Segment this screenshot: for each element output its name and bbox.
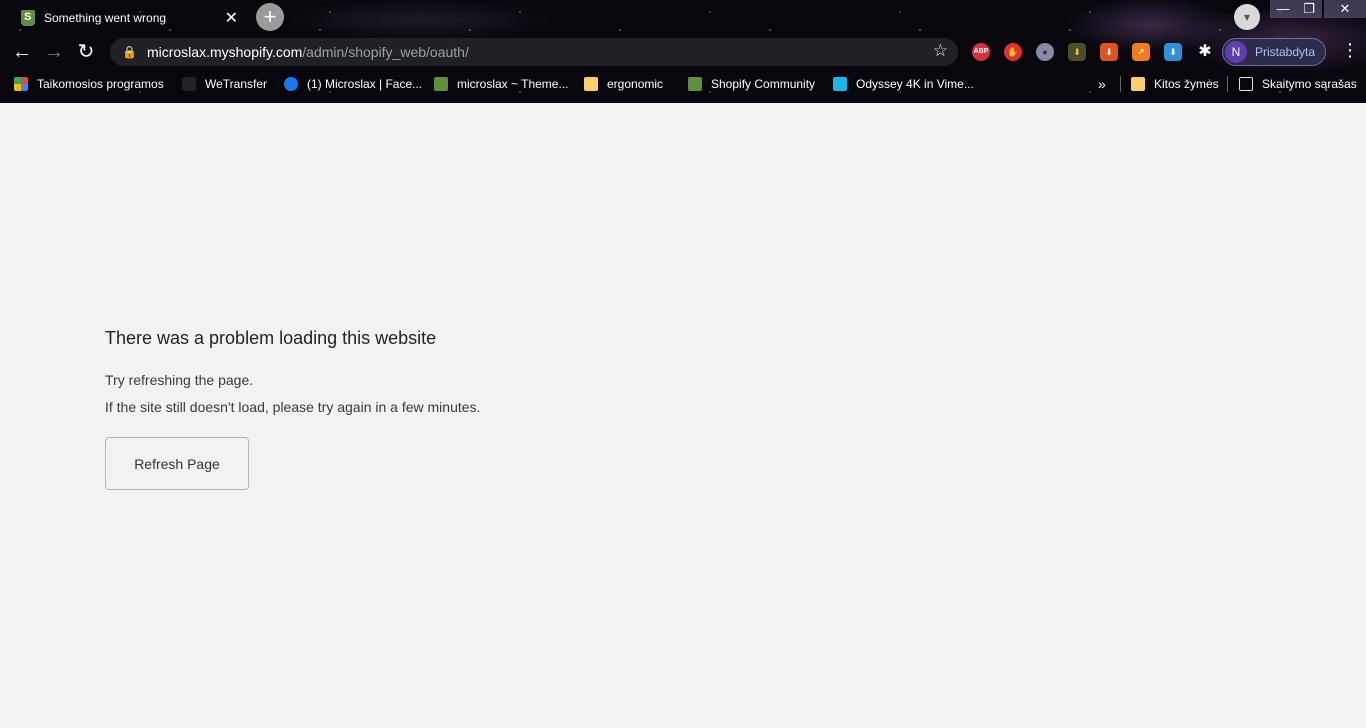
bookmarks-overflow-button[interactable]: » (1098, 73, 1106, 95)
bookmark-apps[interactable]: Taikomosios programos (14, 73, 164, 95)
error-message-line-2: If the site still doesn't load, please t… (105, 399, 481, 415)
shopify-favicon-icon (21, 10, 35, 26)
shopify-icon (688, 77, 702, 91)
bookmark-shopify-theme[interactable]: microslax ~ Theme... (434, 73, 568, 95)
profile-button[interactable]: N Pristabdyta (1222, 38, 1326, 66)
bookmark-vimeo[interactable]: Odyssey 4K in Vime... (833, 73, 974, 95)
chart-icon[interactable]: ↗ (1132, 43, 1150, 61)
active-tab[interactable]: Something went wrong ✕ (8, 2, 248, 34)
url-host: microslax.myshopify.com (146, 44, 303, 60)
bookmark-label: ergonomic (607, 77, 664, 91)
page-content: There was a problem loading this website… (0, 103, 1366, 728)
puzzle-icon[interactable]: ✱ (1196, 43, 1214, 61)
minimize-button[interactable]: — (1270, 0, 1296, 18)
download-arrow-icon[interactable]: ⬇ (1100, 43, 1118, 61)
profile-status-label: Pristabdyta (1255, 45, 1316, 59)
reload-button[interactable]: ↻ (74, 40, 98, 64)
bookmark-label: Shopify Community (711, 77, 816, 91)
bookmark-label: Kitos žymės (1154, 77, 1219, 91)
hand-icon[interactable]: ✋ (1004, 43, 1022, 61)
avatar: N (1225, 41, 1247, 63)
apps-grid-icon (14, 77, 28, 91)
lock-icon[interactable]: 🔒 (122, 45, 137, 59)
maximize-button[interactable]: ❐ (1296, 0, 1322, 18)
folder-icon (1131, 77, 1145, 91)
reading-list[interactable]: Skaitymo sąrašas (1239, 73, 1357, 95)
refresh-page-button[interactable]: Refresh Page (105, 437, 249, 490)
abp-icon[interactable]: ABP (972, 43, 990, 61)
reading-list-icon (1239, 77, 1253, 91)
download-box-icon[interactable]: ⬇ (1068, 43, 1086, 61)
bookmark-label: WeTransfer (205, 77, 268, 91)
forward-button[interactable]: → (42, 40, 66, 64)
new-tab-button[interactable]: + (256, 3, 284, 31)
other-bookmarks[interactable]: Kitos žymės (1131, 73, 1219, 95)
bookmark-star-icon[interactable]: ☆ (933, 41, 948, 61)
close-window-button[interactable]: ✕ (1324, 0, 1366, 18)
error-message-line-1: Try refreshing the page. (105, 372, 254, 388)
bookmark-facebook[interactable]: (1) Microslax | Face... (284, 73, 422, 95)
bookmark-label: Skaitymo sąrašas (1262, 77, 1357, 91)
circle-icon[interactable]: ● (1036, 43, 1054, 61)
tab-title: Something went wrong (44, 11, 167, 25)
wetransfer-icon (182, 77, 196, 91)
url-path: /admin/shopify_web/oauth/ (302, 44, 469, 60)
facebook-icon (284, 77, 298, 91)
error-heading: There was a problem loading this website (105, 328, 437, 348)
folder-icon (584, 77, 598, 91)
bookmark-divider (1120, 76, 1121, 92)
bookmark-label: Taikomosios programos (37, 77, 164, 91)
vimeo-icon (833, 77, 847, 91)
bookmark-label: microslax ~ Theme... (457, 77, 569, 91)
bookmark-label: Odyssey 4K in Vime... (856, 77, 974, 91)
browser-chrome: Something went wrong ✕ + ▾ — ❐ ✕ ← → ↻ 🔒… (0, 0, 1366, 103)
address-bar[interactable]: 🔒 microslax.myshopify.com/admin/shopify_… (110, 38, 958, 66)
bookmark-folder-ergonomic[interactable]: ergonomic (584, 73, 663, 95)
back-button[interactable]: ← (10, 40, 34, 64)
bookmark-label: (1) Microslax | Face... (307, 77, 423, 91)
bookmark-shopify-community[interactable]: Shopify Community (688, 73, 815, 95)
chrome-menu-icon[interactable]: ⋮ (1340, 40, 1360, 61)
bookmark-wetransfer[interactable]: WeTransfer (182, 73, 267, 95)
tab-close-icon[interactable]: ✕ (225, 8, 238, 28)
tab-search-icon[interactable]: ▾ (1234, 4, 1260, 30)
shopify-icon (434, 77, 448, 91)
bookmark-divider (1227, 76, 1228, 92)
blue-download-icon[interactable]: ⬇ (1164, 43, 1182, 61)
